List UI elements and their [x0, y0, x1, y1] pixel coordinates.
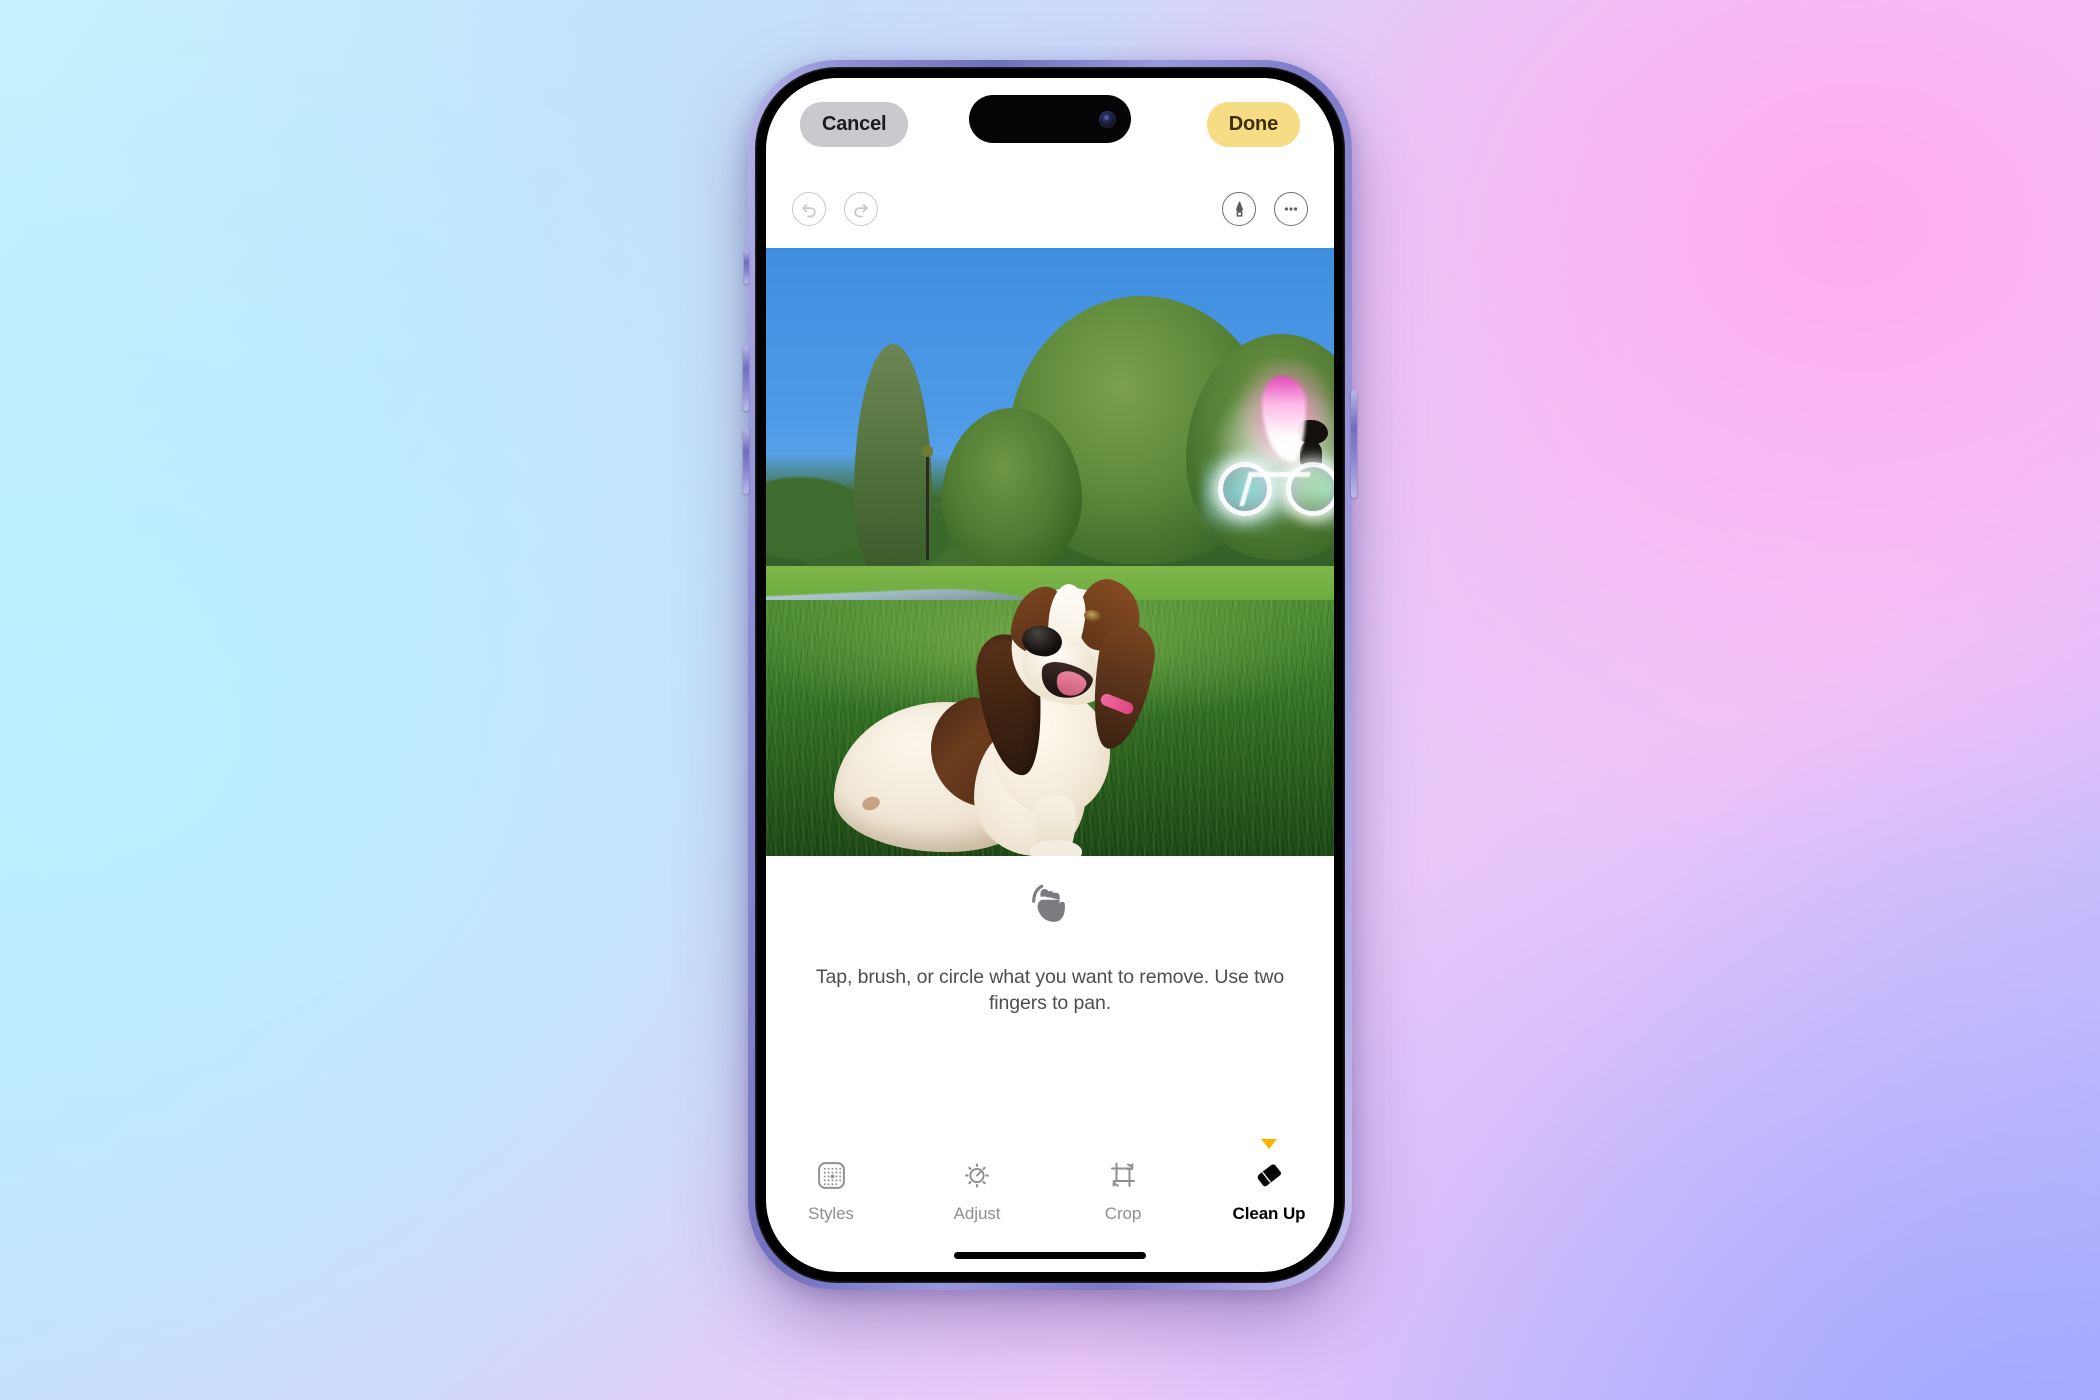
editor-tool-tabs: Styles Adjust Crop Clean Up — [766, 1139, 1334, 1224]
lamp-post — [922, 445, 933, 560]
crop-rotate-icon — [1107, 1155, 1139, 1195]
markup-controls — [1222, 192, 1308, 226]
volume-up-button[interactable] — [743, 345, 749, 411]
history-controls — [792, 192, 878, 226]
adjust-dial-icon — [961, 1155, 993, 1195]
eraser-icon — [1252, 1155, 1286, 1195]
silent-switch-button[interactable] — [744, 250, 749, 284]
power-button[interactable] — [1351, 390, 1357, 498]
tool-label-styles: Styles — [808, 1204, 854, 1223]
tool-clean-up[interactable]: Clean Up — [1222, 1139, 1316, 1224]
instruction-panel: Tap, brush, or circle what you want to r… — [766, 856, 1334, 1068]
front-camera-icon — [1099, 110, 1116, 128]
done-button[interactable]: Done — [1206, 101, 1300, 147]
phone-bezel: Cancel Done Tap, brush, or circle what y… — [755, 67, 1345, 1283]
editor-topbar: Cancel Done — [766, 78, 1334, 170]
undo-icon[interactable] — [792, 192, 826, 226]
tool-label-clean-up: Clean Up — [1232, 1204, 1306, 1223]
instruction-text: Tap, brush, or circle what you want to r… — [815, 966, 1285, 1015]
home-indicator[interactable] — [954, 1252, 1146, 1259]
tool-adjust[interactable]: Adjust — [930, 1155, 1024, 1224]
photo-canvas[interactable] — [766, 248, 1334, 856]
tool-label-adjust: Adjust — [953, 1204, 1001, 1223]
redo-icon[interactable] — [844, 192, 878, 226]
active-tool-indicator-icon — [1261, 1139, 1277, 1149]
phone-device: Cancel Done Tap, brush, or circle what y… — [743, 60, 1357, 1290]
markup-pen-icon[interactable] — [1222, 192, 1256, 226]
phone-screen: Cancel Done Tap, brush, or circle what y… — [766, 78, 1334, 1272]
more-options-icon[interactable] — [1274, 192, 1308, 226]
tool-crop[interactable]: Crop — [1076, 1155, 1170, 1224]
volume-down-button[interactable] — [743, 428, 749, 494]
cancel-button[interactable]: Cancel — [800, 101, 909, 147]
tool-styles[interactable]: Styles — [784, 1155, 878, 1224]
styles-grid-icon — [816, 1155, 847, 1195]
tap-hand-icon — [1022, 878, 1078, 934]
dynamic-island — [969, 95, 1131, 143]
editor-actions-bar — [766, 170, 1334, 248]
wallpaper-backdrop: Cancel Done Tap, brush, or circle what y… — [0, 0, 2100, 1400]
tool-label-crop: Crop — [1104, 1204, 1142, 1223]
basset-hound-subject — [826, 572, 1160, 856]
